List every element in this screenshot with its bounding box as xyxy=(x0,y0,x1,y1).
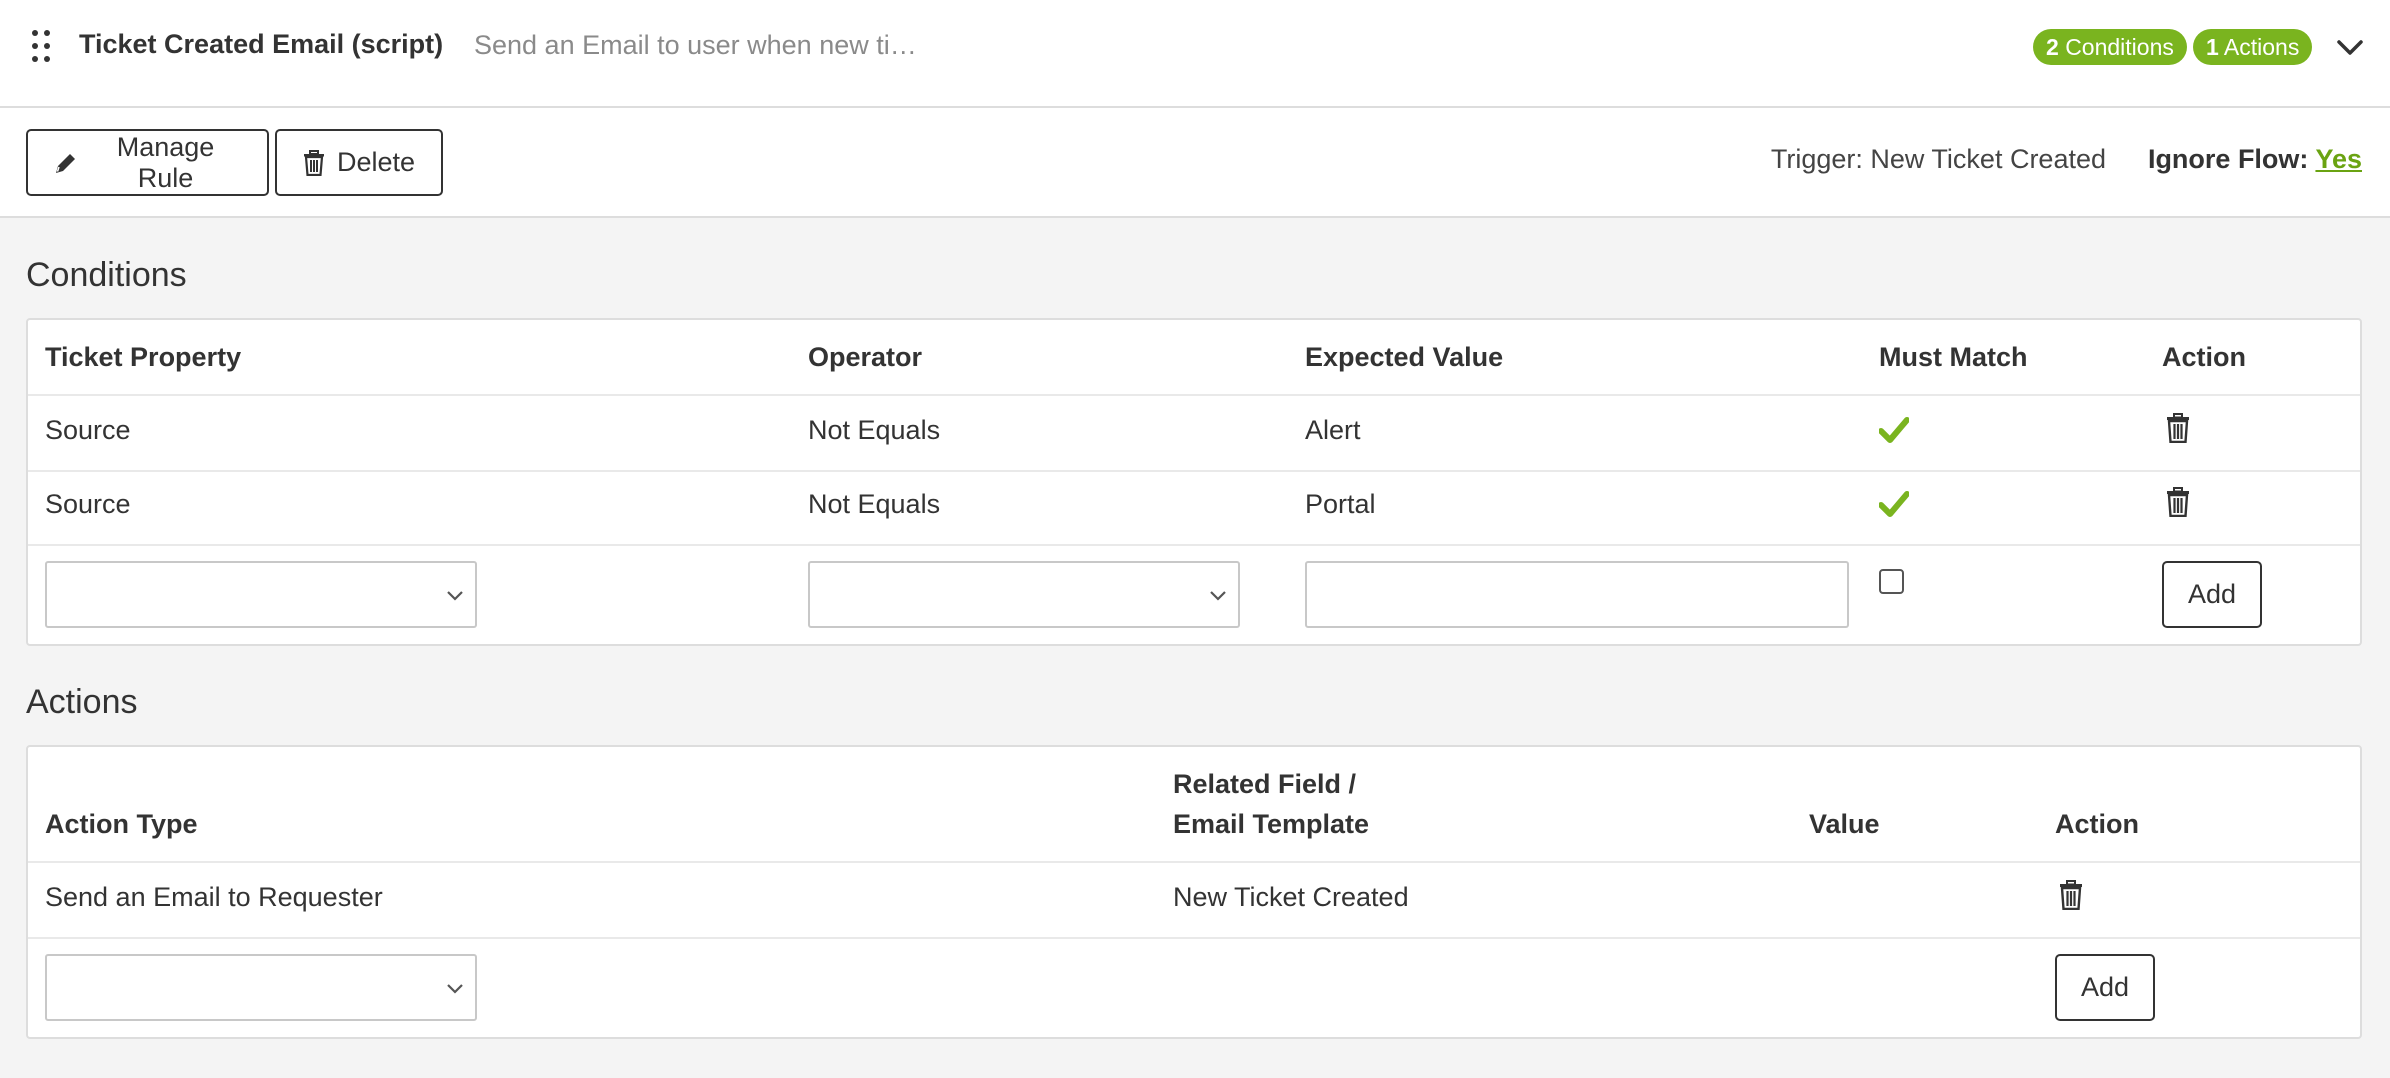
conditions-section-title: Conditions xyxy=(26,256,187,294)
trash-icon[interactable] xyxy=(2166,487,2190,522)
rule-header: Ticket Created Email (script) Send an Em… xyxy=(0,0,2390,108)
checkmark-icon xyxy=(1878,416,1910,449)
operator-select[interactable] xyxy=(808,561,1240,628)
condition-property: Source xyxy=(45,489,131,519)
checkmark-icon xyxy=(1878,490,1910,523)
manage-rule-button[interactable]: Manage Rule xyxy=(26,129,269,196)
column-header: Action xyxy=(2055,809,2139,839)
column-header: Value xyxy=(1809,809,1880,839)
chevron-down-icon xyxy=(447,984,463,994)
column-header: Action Type xyxy=(45,809,198,839)
column-header: Operator xyxy=(808,342,923,372)
actions-count-badge: 1 Actions xyxy=(2193,29,2313,65)
trash-icon[interactable] xyxy=(2059,880,2083,915)
add-action-button[interactable]: Add xyxy=(2055,954,2156,1021)
drag-handle-icon[interactable] xyxy=(30,30,54,64)
ignore-flow-link[interactable]: Yes xyxy=(2315,144,2362,174)
rule-toolbar: Manage Rule Delete Trigger: New Ticket C… xyxy=(0,108,2390,218)
action-type-select[interactable] xyxy=(45,954,477,1021)
column-header: Action xyxy=(2162,342,2246,372)
condition-value: Alert xyxy=(1305,415,1361,445)
action-type: Send an Email to Requester xyxy=(45,882,383,912)
pencil-icon xyxy=(56,153,75,173)
column-header: Related Field / Email Template xyxy=(1173,769,1370,839)
expected-value-input[interactable] xyxy=(1305,561,1849,628)
chevron-down-icon xyxy=(447,591,463,601)
trigger-info: Trigger: New Ticket Created xyxy=(1770,144,2106,174)
trash-icon[interactable] xyxy=(2166,413,2190,448)
condition-operator: Not Equals xyxy=(808,415,941,445)
actions-table: Action Type Related Field / Email Templa… xyxy=(26,745,2362,1039)
action-related-field: New Ticket Created xyxy=(1173,882,1409,912)
condition-operator: Not Equals xyxy=(808,489,941,519)
chevron-down-icon xyxy=(1210,591,1226,601)
conditions-count-badge: 2 Conditions xyxy=(2033,29,2187,65)
rule-title: Ticket Created Email (script) xyxy=(79,29,444,59)
column-header: Ticket Property xyxy=(45,342,242,372)
add-condition-button[interactable]: Add xyxy=(2162,561,2263,628)
actions-section-title: Actions xyxy=(26,683,138,721)
manage-rule-label: Manage Rule xyxy=(116,131,215,193)
must-match-checkbox[interactable] xyxy=(1879,569,1904,594)
conditions-table: Ticket Property Operator Expected Value … xyxy=(26,318,2362,646)
column-header: Must Match xyxy=(1879,342,2028,372)
ignore-flow-info: Ignore Flow: Yes xyxy=(2147,144,2362,174)
delete-label: Delete xyxy=(337,147,416,177)
delete-rule-button[interactable]: Delete xyxy=(275,129,443,196)
condition-property: Source xyxy=(45,415,131,445)
column-header: Expected Value xyxy=(1305,342,1504,372)
chevron-down-icon[interactable] xyxy=(2335,32,2365,62)
condition-value: Portal xyxy=(1305,489,1376,519)
property-select[interactable] xyxy=(45,561,477,628)
trash-icon xyxy=(304,149,324,176)
rule-description: Send an Email to user when new ti… xyxy=(474,30,917,60)
